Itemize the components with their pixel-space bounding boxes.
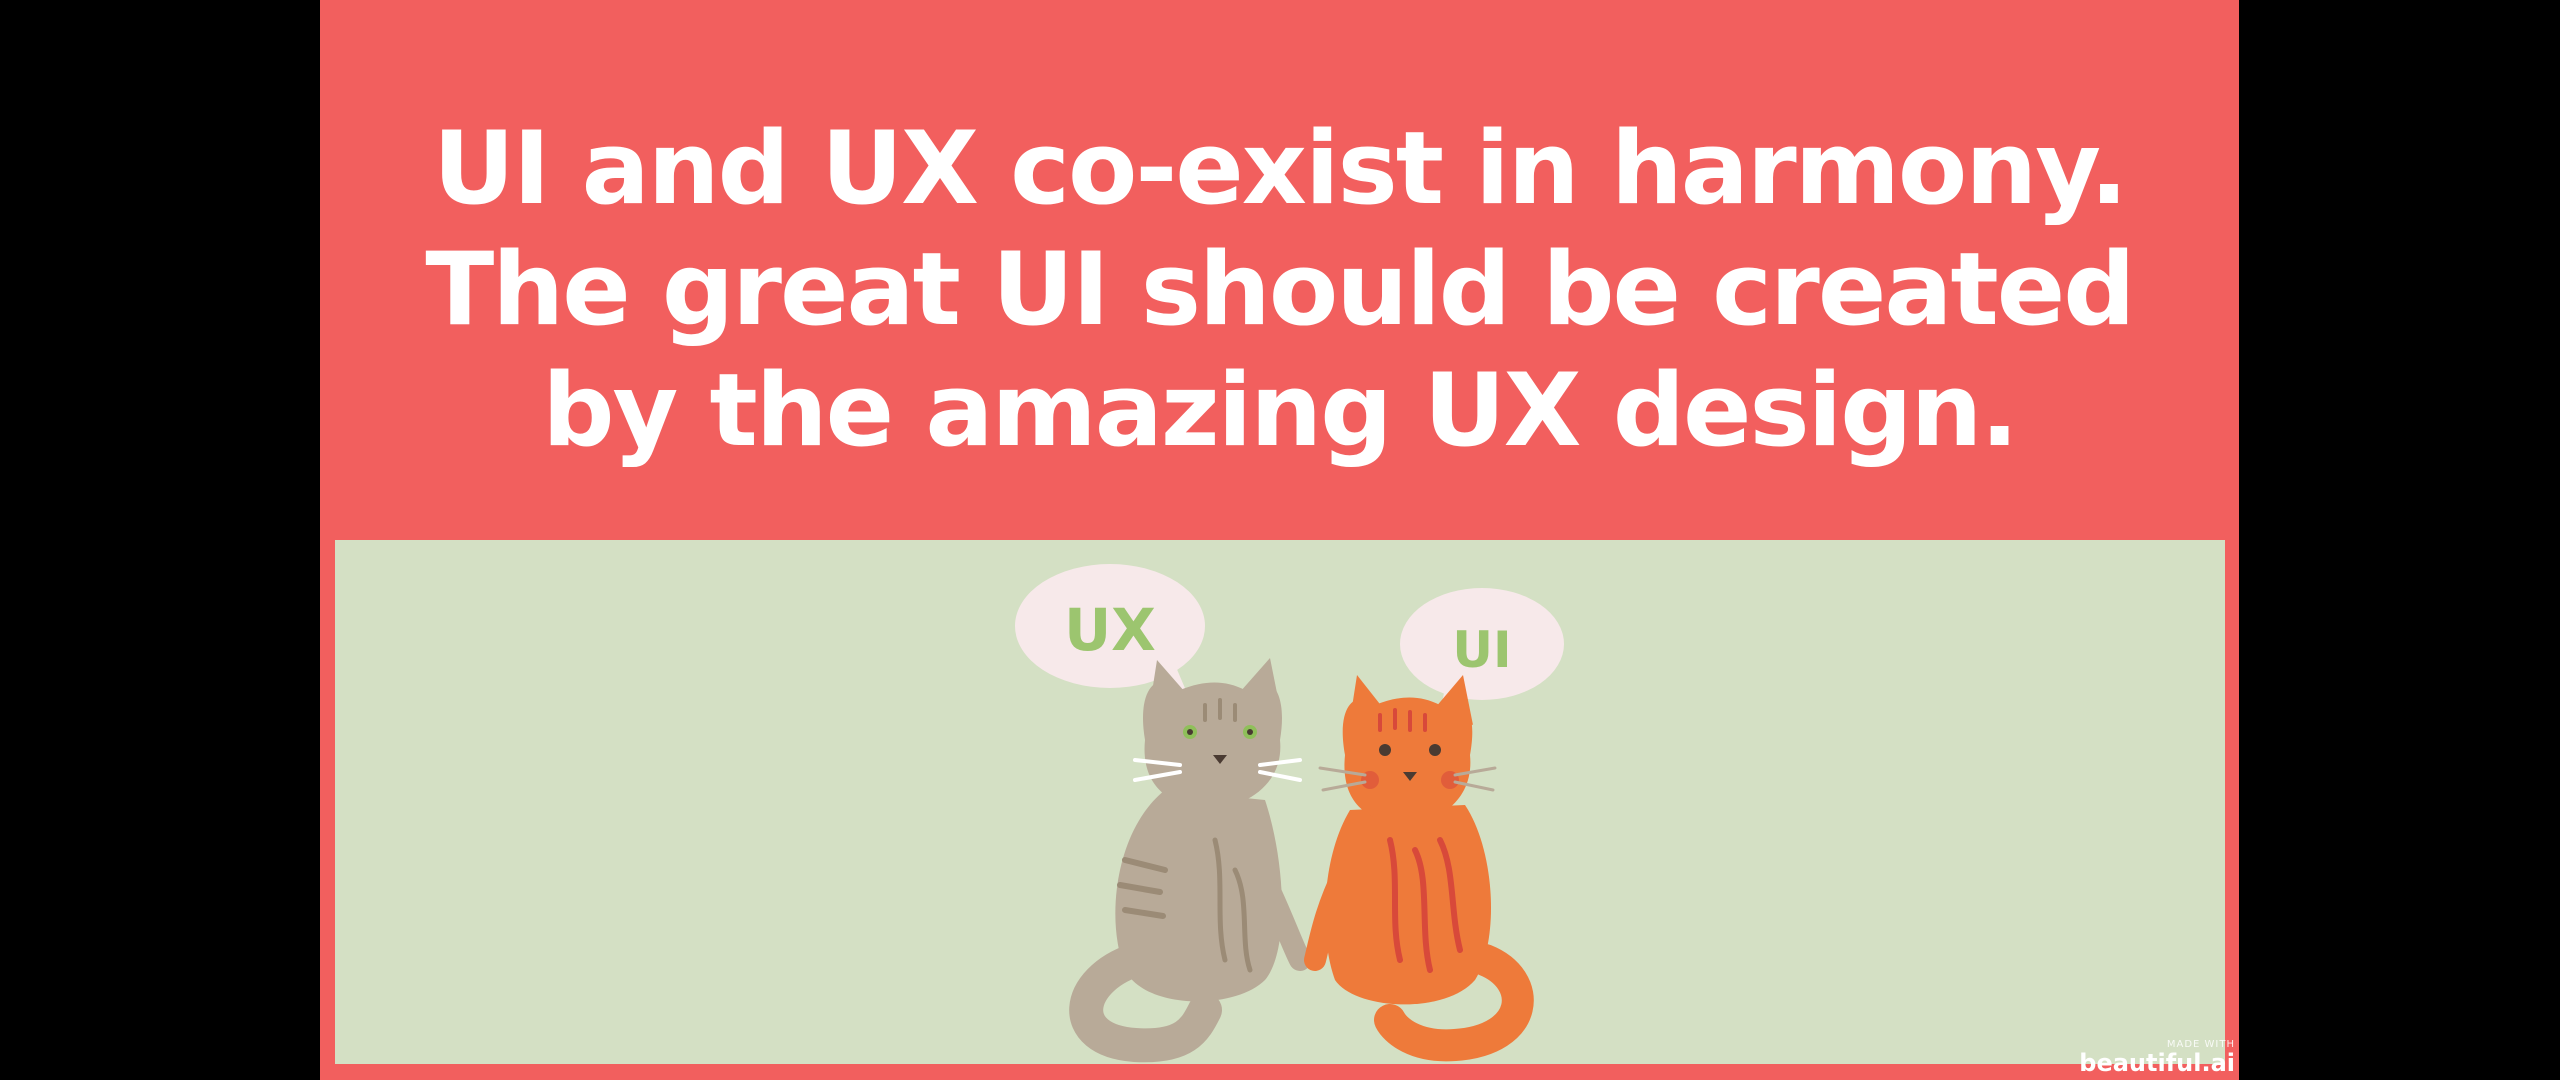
- bubble-label-ui: UI: [1452, 621, 1511, 679]
- orange-cat-icon: [1304, 675, 1534, 1062]
- illustration-panel: UX UI: [335, 540, 2225, 1064]
- slide: UI and UX co-exist in harmony. The great…: [320, 0, 2239, 1080]
- gray-cat-icon: [1069, 658, 1311, 1063]
- watermark: MADE WITH beautiful.ai: [2079, 1039, 2235, 1076]
- cats-illustration: UX UI: [1015, 564, 1564, 1063]
- headline-line-2: The great UI should be created: [425, 230, 2135, 348]
- headline-line-3: by the amazing UX design.: [542, 351, 2019, 469]
- headline: UI and UX co-exist in harmony. The great…: [320, 108, 2239, 471]
- viewport: UI and UX co-exist in harmony. The great…: [0, 0, 2560, 1080]
- watermark-small: MADE WITH: [2166, 1039, 2235, 1050]
- watermark-brand: beautiful.ai: [2079, 1049, 2235, 1077]
- bubble-label-ux: UX: [1064, 596, 1156, 664]
- speech-bubble-icon: UX: [1015, 564, 1205, 700]
- headline-line-1: UI and UX co-exist in harmony.: [432, 109, 2128, 227]
